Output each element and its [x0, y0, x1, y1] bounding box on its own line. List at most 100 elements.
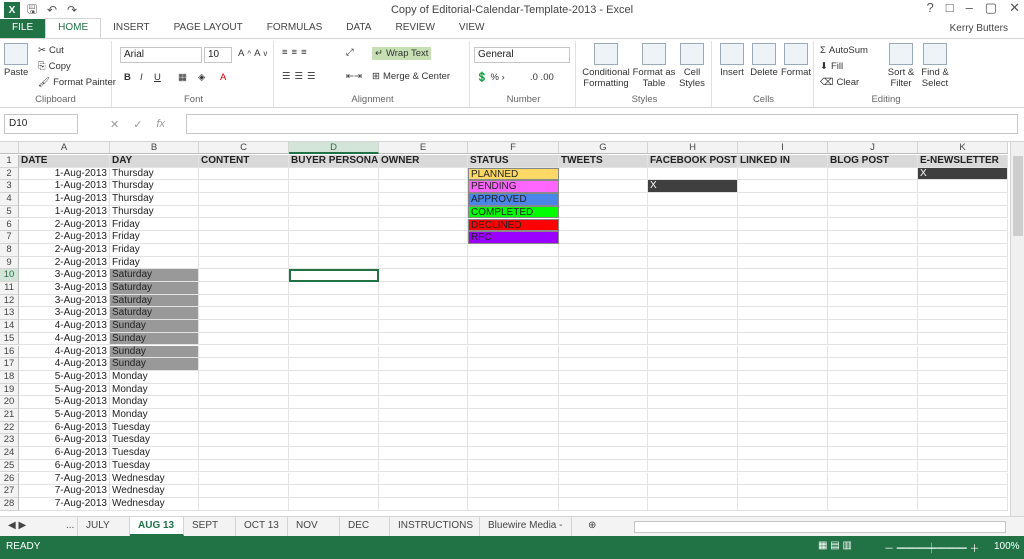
horizontal-scrollbar[interactable]	[634, 521, 1006, 533]
grid-cell[interactable]	[289, 459, 379, 473]
find-select-button[interactable]: Find & Select	[918, 43, 952, 89]
grid-cell[interactable]: COMPLETED	[468, 205, 559, 219]
grid-cell[interactable]	[199, 434, 289, 448]
grid-cell[interactable]	[379, 269, 468, 282]
grid-cell[interactable]	[648, 383, 738, 397]
font-size-select[interactable]: 10	[204, 47, 232, 63]
grid-cell[interactable]	[289, 294, 379, 308]
grid-cell[interactable]	[559, 345, 648, 359]
grid-cell[interactable]	[468, 421, 559, 435]
grid-cell[interactable]	[648, 294, 738, 308]
grid-cell[interactable]	[199, 307, 289, 321]
grid-cell[interactable]	[199, 370, 289, 384]
grid-cell[interactable]	[918, 294, 1008, 308]
grid-cell[interactable]	[199, 345, 289, 359]
grid-cell[interactable]	[559, 370, 648, 384]
ribbon-display-icon[interactable]: □	[946, 0, 954, 16]
row-header[interactable]: 15	[0, 332, 19, 346]
grid-cell[interactable]	[379, 307, 468, 321]
header-cell[interactable]: BUYER PERSONA	[289, 155, 379, 168]
grid-cell[interactable]: 6-Aug-2013	[19, 447, 110, 460]
grid-cell[interactable]	[828, 421, 918, 435]
grid-cell[interactable]	[379, 193, 468, 206]
zoom-slider[interactable]: － ━━━┿━━━ ＋	[884, 540, 980, 555]
grid-cell[interactable]	[379, 472, 468, 486]
grid-cell[interactable]	[918, 243, 1008, 257]
grid-cell[interactable]	[648, 256, 738, 270]
row-header[interactable]: 14	[0, 320, 19, 333]
grid-cell[interactable]: Thursday	[110, 167, 199, 181]
grid-cell[interactable]	[828, 218, 918, 232]
sheet-tab[interactable]: ...	[58, 517, 78, 536]
grid-cell[interactable]	[648, 345, 738, 359]
grid-cell[interactable]	[648, 243, 738, 257]
grid-cell[interactable]	[289, 332, 379, 346]
grid-cell[interactable]: 1-Aug-2013	[19, 180, 110, 194]
grid-cell[interactable]	[828, 358, 918, 371]
header-cell[interactable]: FACEBOOK POST	[648, 155, 738, 168]
grid-cell[interactable]	[468, 485, 559, 498]
sheet-tab[interactable]: SEPT 13	[184, 517, 236, 549]
grid-cell[interactable]	[828, 447, 918, 460]
grid-cell[interactable]: APPROVED	[468, 193, 559, 206]
grid-cell[interactable]	[289, 167, 379, 181]
italic-button[interactable]: I	[140, 72, 143, 83]
grid-cell[interactable]	[828, 307, 918, 321]
grid-cell[interactable]: Monday	[110, 383, 199, 397]
grid-cell[interactable]	[289, 205, 379, 219]
tab-data[interactable]: DATA	[334, 19, 383, 38]
grid-cell[interactable]	[199, 472, 289, 486]
grid-cell[interactable]	[199, 320, 289, 333]
scrollbar-thumb[interactable]	[1013, 156, 1023, 236]
grid-cell[interactable]	[738, 396, 828, 409]
grid-cell[interactable]	[738, 472, 828, 486]
grid-cell[interactable]	[918, 231, 1008, 244]
grid-cell[interactable]	[828, 434, 918, 448]
grow-font-icon[interactable]: A ^ Av	[238, 48, 267, 59]
column-header-f[interactable]: F	[468, 142, 559, 154]
grid-cell[interactable]	[199, 459, 289, 473]
grid-cell[interactable]	[559, 294, 648, 308]
grid-cell[interactable]: Saturday	[110, 294, 199, 308]
grid-cell[interactable]	[828, 243, 918, 257]
sheet-tab[interactable]: AUG 13	[130, 517, 184, 536]
grid-cell[interactable]: 7-Aug-2013	[19, 485, 110, 498]
sheet-tab[interactable]: NOV 13	[288, 517, 340, 549]
grid-cell[interactable]	[559, 282, 648, 295]
grid-cell[interactable]	[289, 269, 379, 282]
row-header[interactable]: 12	[0, 294, 19, 308]
grid-cell[interactable]	[289, 396, 379, 409]
sheet-tab[interactable]: DEC 13	[340, 517, 390, 549]
row-header[interactable]: 7	[0, 231, 19, 244]
grid-cell[interactable]	[738, 345, 828, 359]
grid-cell[interactable]	[738, 447, 828, 460]
grid-cell[interactable]	[559, 434, 648, 448]
grid-cell[interactable]	[828, 167, 918, 181]
grid-cell[interactable]	[738, 497, 828, 511]
font-name-select[interactable]: Arial	[120, 47, 202, 63]
column-header-g[interactable]: G	[559, 142, 648, 154]
row-header[interactable]: 16	[0, 345, 19, 359]
grid-cell[interactable]	[738, 383, 828, 397]
grid-cell[interactable]: 3-Aug-2013	[19, 282, 110, 295]
grid-cell[interactable]: Friday	[110, 243, 199, 257]
grid-cell[interactable]: 7-Aug-2013	[19, 472, 110, 486]
grid-cell[interactable]	[468, 345, 559, 359]
grid-cell[interactable]	[199, 282, 289, 295]
grid-cell[interactable]: Sunday	[110, 332, 199, 346]
grid-cell[interactable]	[918, 205, 1008, 219]
font-color-icon[interactable]: A	[220, 72, 226, 83]
grid-cell[interactable]	[289, 497, 379, 511]
grid-cell[interactable]: Sunday	[110, 320, 199, 333]
grid-cell[interactable]	[648, 434, 738, 448]
row-header[interactable]: 20	[0, 396, 19, 409]
cut-button[interactable]: ✂ Cut	[38, 45, 64, 56]
grid-cell[interactable]	[468, 332, 559, 346]
grid-cell[interactable]	[738, 409, 828, 422]
grid-cell[interactable]	[559, 243, 648, 257]
bold-button[interactable]: B	[124, 72, 131, 83]
grid-cell[interactable]	[559, 383, 648, 397]
row-header[interactable]: 17	[0, 358, 19, 371]
grid-cell[interactable]: 5-Aug-2013	[19, 396, 110, 409]
header-cell[interactable]: STATUS	[468, 155, 559, 168]
